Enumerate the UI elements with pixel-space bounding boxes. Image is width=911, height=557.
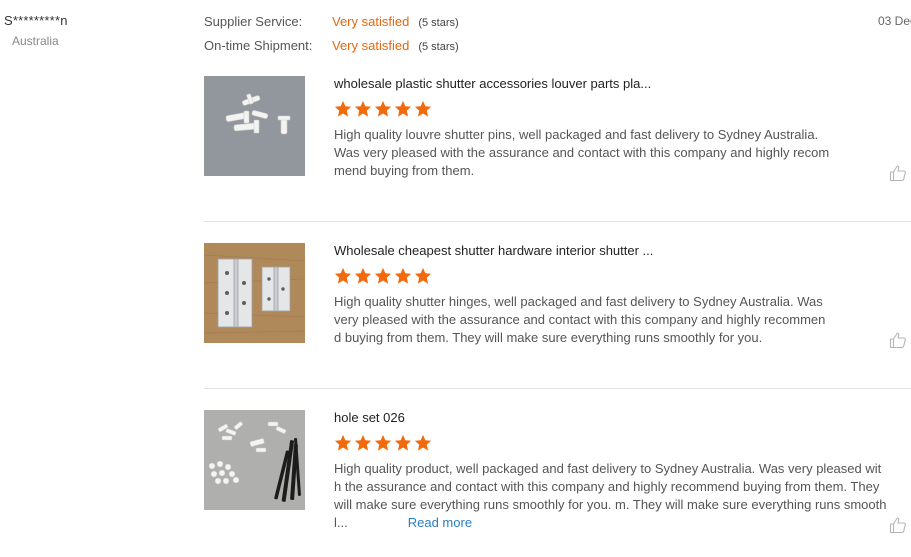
star-icon <box>334 267 352 284</box>
review-text: High quality shutter hinges, well packag… <box>334 294 826 345</box>
rating-value: Very satisfied <box>332 14 410 29</box>
supplier-ratings: Supplier Service: Very satisfied (5 star… <box>204 14 459 62</box>
rating-label: Supplier Service: <box>204 14 303 29</box>
star-rating <box>334 100 432 118</box>
product-title[interactable]: Wholesale cheapest shutter hardware inte… <box>334 243 653 258</box>
star-rating <box>334 434 432 452</box>
reviewer-name: S*********n <box>4 13 68 28</box>
read-more-link[interactable]: Read more <box>408 515 472 530</box>
star-icon <box>414 434 432 451</box>
rating-on-time-shipment: On-time Shipment: Very satisfied (5 star… <box>204 38 459 62</box>
star-icon <box>414 267 432 284</box>
rating-note: (5 stars) <box>418 41 459 53</box>
review-text: High quality louvre shutter pins, well p… <box>334 127 830 178</box>
review-date: 03 Dec <box>878 14 911 28</box>
product-review-1: wholesale plastic shutter accessories lo… <box>204 76 911 216</box>
star-icon <box>354 100 372 117</box>
star-icon <box>394 267 412 284</box>
product-image[interactable] <box>204 243 305 343</box>
star-icon <box>394 434 412 451</box>
product-review-2: Wholesale cheapest shutter hardware inte… <box>204 243 911 383</box>
reviewer-country: Australia <box>12 34 59 48</box>
rating-value: Very satisfied <box>332 38 410 53</box>
thumbs-up-icon[interactable] <box>889 516 907 534</box>
rating-note: (5 stars) <box>418 17 459 29</box>
star-icon <box>334 434 352 451</box>
star-icon <box>394 100 412 117</box>
product-image[interactable] <box>204 410 305 510</box>
star-icon <box>354 267 372 284</box>
product-review-3: hole set 026 High quality product, well … <box>204 410 911 550</box>
product-title[interactable]: hole set 026 <box>334 410 405 425</box>
star-icon <box>374 100 392 117</box>
thumbs-up-icon[interactable] <box>889 164 907 182</box>
reviewer-info: S*********n Australia <box>4 13 68 48</box>
star-icon <box>374 434 392 451</box>
rating-supplier-service: Supplier Service: Very satisfied (5 star… <box>204 14 459 38</box>
thumbs-up-icon[interactable] <box>889 331 907 349</box>
star-rating <box>334 267 432 285</box>
divider <box>204 221 911 222</box>
star-icon <box>334 100 352 117</box>
star-icon <box>354 434 372 451</box>
star-icon <box>374 267 392 284</box>
star-icon <box>414 100 432 117</box>
rating-label: On-time Shipment: <box>204 38 313 53</box>
product-title[interactable]: wholesale plastic shutter accessories lo… <box>334 76 651 91</box>
product-image[interactable] <box>204 76 305 176</box>
review-text: High quality product, well packaged and … <box>334 460 888 532</box>
divider <box>204 388 911 389</box>
